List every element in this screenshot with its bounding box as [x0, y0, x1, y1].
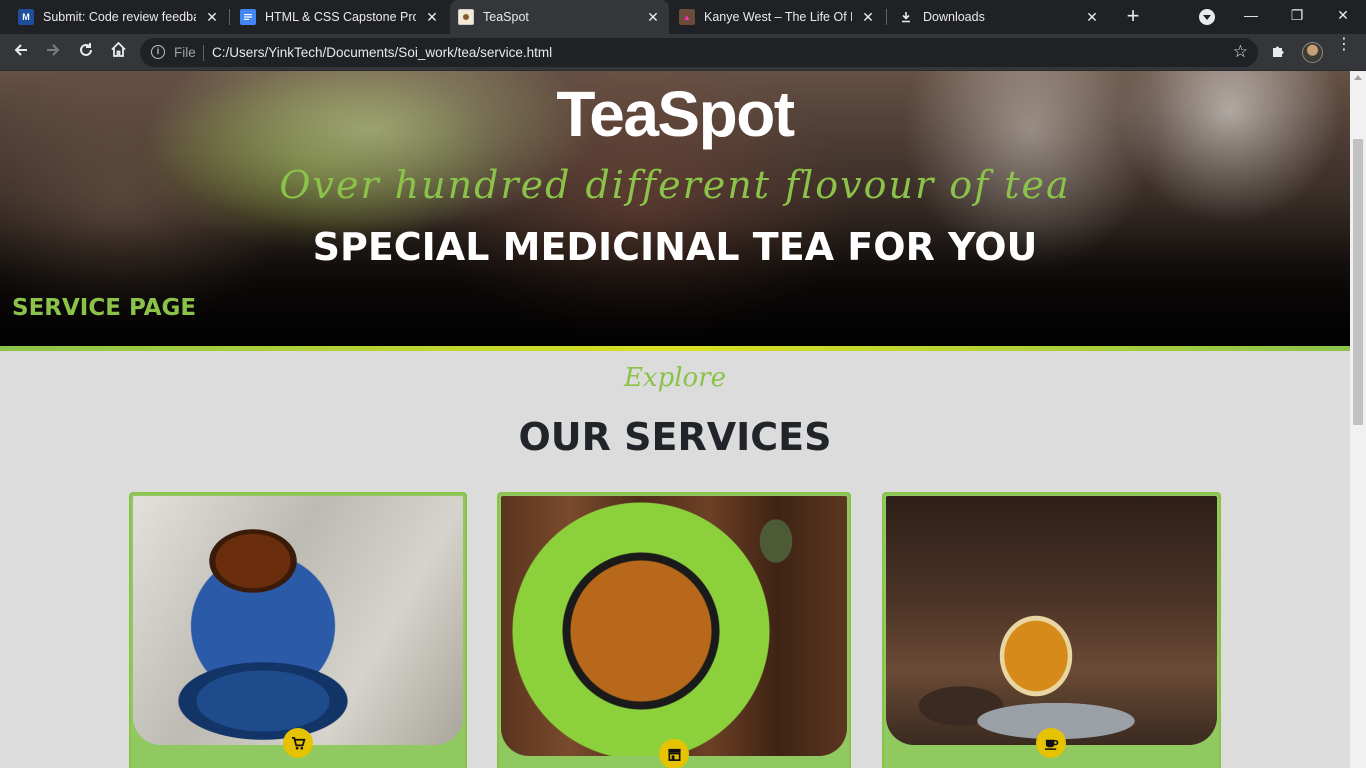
tab-code-review[interactable]: M Submit: Code review feedback ✕ [10, 0, 228, 34]
page-label: SERVICE PAGE [12, 295, 197, 321]
new-tab-button[interactable]: + [1120, 4, 1146, 30]
page-viewport: TeaSpot Over hundred different flovour o… [0, 71, 1350, 768]
download-icon [898, 9, 914, 25]
google-docs-icon [240, 9, 256, 25]
browser-toolbar: i File C:/Users/YinkTech/Documents/Soi_w… [0, 34, 1366, 71]
reload-button[interactable] [74, 40, 98, 64]
service-card[interactable] [129, 492, 467, 768]
scrollbar-thumb[interactable] [1353, 139, 1363, 425]
reload-icon [80, 43, 92, 56]
tea-bag-blue-cup-photo [133, 496, 463, 745]
close-icon[interactable]: ✕ [645, 9, 661, 26]
page-scrollbar[interactable] [1350, 71, 1366, 768]
scroll-up-arrow-icon[interactable] [1354, 75, 1362, 80]
tab-separator [886, 9, 887, 25]
album-icon: ▲ [679, 9, 695, 25]
forward-button[interactable] [41, 40, 65, 64]
tab-downloads[interactable]: Downloads ✕ [890, 0, 1108, 34]
microverse-icon: M [18, 9, 34, 25]
tab-title: TeaSpot [483, 10, 529, 24]
browser-tab-strip: M Submit: Code review feedback ✕ HTML & … [0, 0, 1366, 34]
hero-headline: SPECIAL MEDICINAL TEA FOR YOU [312, 225, 1038, 269]
green-tea-cup-photo [501, 496, 847, 756]
arrow-left-icon [14, 44, 27, 56]
home-button[interactable] [106, 40, 130, 64]
service-card[interactable] [882, 492, 1221, 768]
shopping-cart-icon[interactable] [283, 728, 313, 758]
tab-kanye-west[interactable]: ▲ Kanye West – The Life Of Pablo ✕ [671, 0, 884, 34]
home-icon [110, 41, 126, 57]
herbal-tea-glass-photo [886, 496, 1217, 745]
close-icon[interactable]: ✕ [204, 9, 220, 26]
section-title: OUR SERVICES [518, 415, 832, 459]
restore-button[interactable]: ❐ [1274, 4, 1320, 30]
coffee-cup-icon[interactable] [1036, 728, 1066, 758]
tab-title: Submit: Code review feedback [43, 10, 196, 24]
service-card[interactable] [497, 492, 851, 768]
extensions-puzzle-icon[interactable] [1271, 43, 1286, 62]
minimize-button[interactable]: — [1228, 4, 1274, 30]
url-text[interactable]: C:/Users/YinkTech/Documents/Soi_work/tea… [212, 45, 552, 60]
hero-accent-bar [0, 346, 1350, 351]
store-icon[interactable] [659, 739, 689, 768]
tab-title: Kanye West – The Life Of Pablo [704, 10, 852, 24]
info-icon[interactable]: i [151, 45, 165, 59]
close-icon[interactable]: ✕ [860, 9, 876, 26]
tab-separator [229, 9, 230, 25]
hero-tagline: Over hundred different flovour of tea [279, 163, 1071, 207]
bookmark-star-icon[interactable]: ☆ [1233, 42, 1248, 62]
arrow-right-icon [47, 44, 60, 56]
tab-title: HTML & CSS Capstone Project [265, 10, 416, 24]
tab-search-icon[interactable] [1199, 9, 1215, 25]
address-bar[interactable]: i File C:/Users/YinkTech/Documents/Soi_w… [140, 38, 1258, 67]
tab-title: Downloads [923, 10, 985, 24]
profile-avatar[interactable] [1302, 42, 1323, 63]
site-logo-text[interactable]: TeaSpot [0, 77, 1350, 151]
close-icon[interactable]: ✕ [424, 9, 440, 26]
section-kicker: Explore [623, 363, 727, 393]
address-separator [203, 45, 204, 61]
close-icon[interactable]: ✕ [1084, 9, 1100, 26]
tab-capstone-project[interactable]: HTML & CSS Capstone Project ✕ [232, 0, 448, 34]
teaspot-icon [458, 9, 474, 25]
tab-teaspot[interactable]: TeaSpot ✕ [450, 0, 669, 34]
hero-banner: TeaSpot Over hundred different flovour o… [0, 71, 1350, 346]
browser-menu-icon[interactable]: ⋮ [1336, 37, 1352, 53]
scheme-label: File [174, 45, 196, 60]
back-button[interactable] [9, 40, 33, 64]
window-close-button[interactable]: ✕ [1320, 4, 1366, 30]
